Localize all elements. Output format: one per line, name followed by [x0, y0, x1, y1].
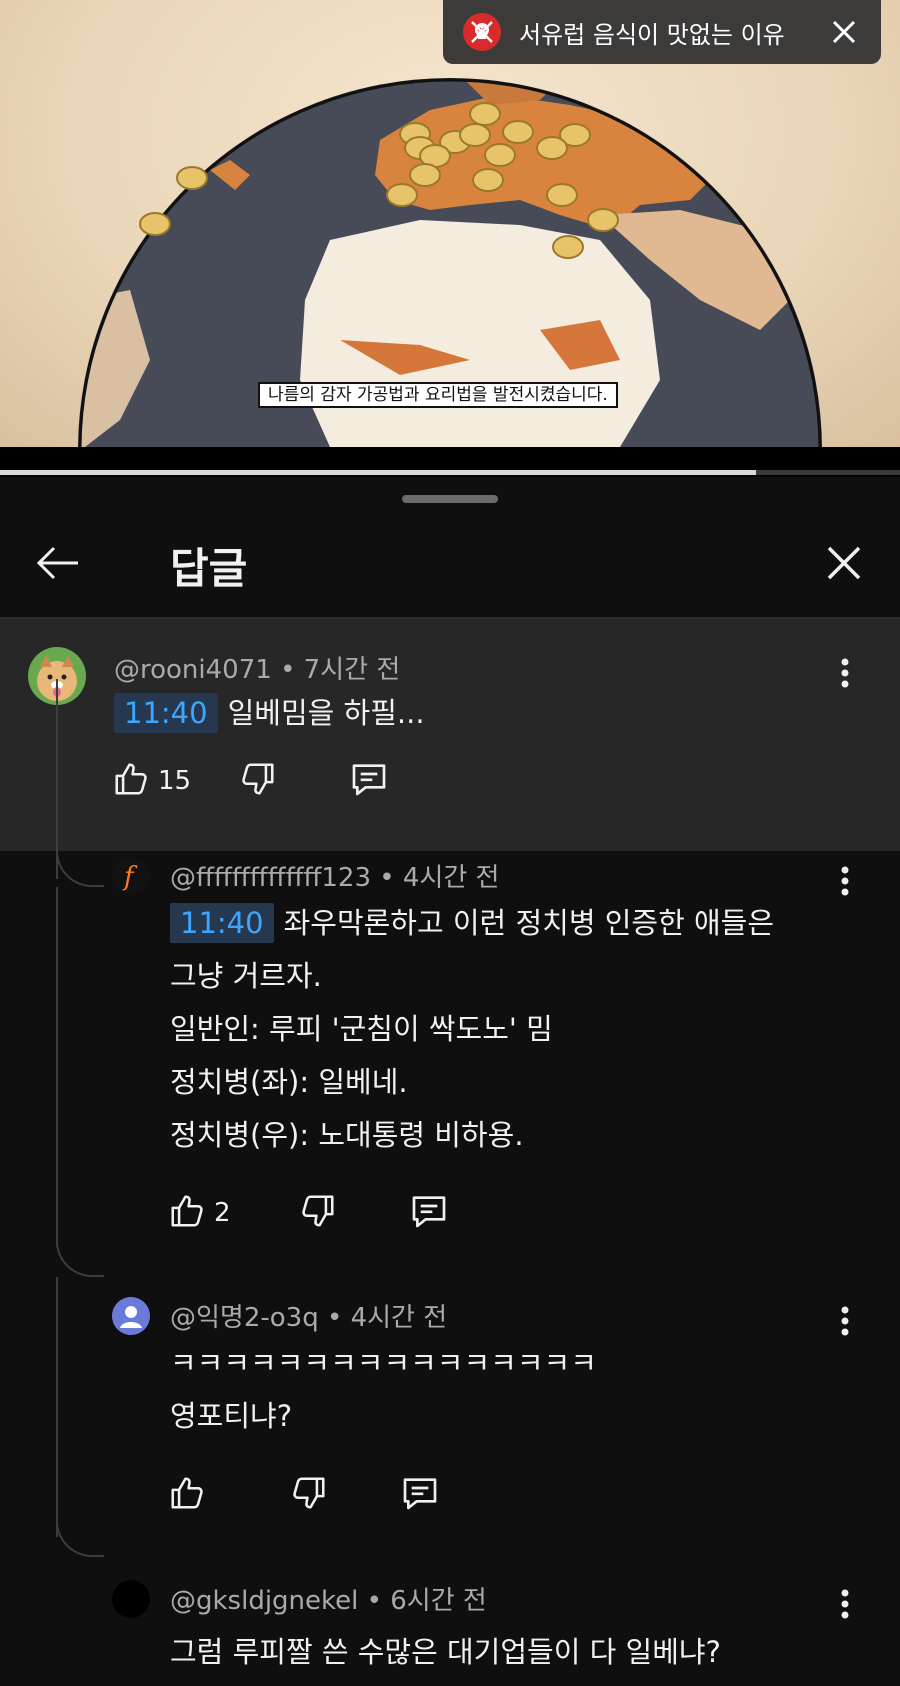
more-options-icon[interactable] — [830, 861, 860, 901]
comment-text-line: 그냥 거르자. — [170, 959, 322, 993]
close-icon[interactable] — [820, 539, 868, 587]
thumbs-down-icon — [299, 1192, 337, 1234]
comment-text-content: 일베밈을 하필... — [227, 696, 425, 730]
comment-text-line: 영포티냐? — [170, 1399, 293, 1433]
author-handle[interactable]: @ffffffffffffff123 — [170, 863, 371, 893]
thread-line — [56, 887, 58, 1247]
reply-button[interactable] — [400, 1473, 440, 1517]
dislike-button[interactable] — [290, 1474, 328, 1516]
thumbs-up-icon — [112, 760, 150, 802]
comment-text-line: 그럼 루피짤 쓴 수많은 대기업들이 다 일베냐? — [170, 1635, 721, 1669]
reply-button[interactable] — [409, 1191, 449, 1235]
comment-meta: @익명2-o3q • 4시간 전 — [170, 1297, 447, 1334]
banner-title: 서유럽 음식이 맛없는 이유 — [519, 20, 785, 49]
like-count: 15 — [158, 766, 192, 796]
like-button[interactable] — [168, 1474, 206, 1516]
video-player[interactable]: 나름의 감자 가공법과 요리법을 발전시켰습니다. — [0, 0, 900, 447]
video-progress-bar[interactable] — [0, 470, 900, 475]
comment-actions: 15 — [112, 759, 389, 803]
page-title: 답글 — [170, 544, 248, 593]
avatar[interactable] — [112, 1297, 150, 1335]
back-arrow-icon[interactable] — [34, 539, 82, 587]
comment-meta: @rooni4071 • 7시간 전 — [114, 649, 400, 686]
comment-icon — [400, 1473, 440, 1517]
now-playing-banner[interactable]: 서유럽 음식이 맛없는 이유 — [443, 0, 881, 64]
drag-handle[interactable] — [402, 495, 498, 503]
avatar[interactable]: f — [112, 857, 150, 895]
more-options-icon[interactable] — [830, 1301, 860, 1341]
comment-text: 11:40 일베밈을 하필... — [114, 693, 425, 733]
panel-header: 답글 — [0, 517, 900, 617]
comment-time: • 4시간 전 — [326, 1303, 448, 1333]
comment-text-line: 정치병(우): 노대통령 비하용. — [170, 1118, 524, 1152]
comment-time: • 7시간 전 — [280, 655, 401, 685]
like-button[interactable]: 2 — [168, 1192, 231, 1234]
video-progress-fill — [0, 470, 756, 475]
timestamp-link[interactable]: 11:40 — [114, 693, 218, 733]
comment-icon — [349, 759, 389, 803]
replies-panel: 답글 @rooni4071 • 7시간 전 11:40 일베밈을 하필... 1… — [0, 477, 900, 1686]
thumbs-up-icon — [168, 1474, 206, 1516]
thread-connector — [56, 1497, 104, 1557]
close-icon[interactable] — [829, 17, 859, 47]
comment-meta: @gksldjgnekel • 6시간 전 — [170, 1580, 487, 1617]
video-subtitle: 나름의 감자 가공법과 요리법을 발전시켰습니다. — [258, 382, 618, 408]
comment-text-line: ㅋㅋㅋㅋㅋㅋㅋㅋㅋㅋㅋㅋㅋㅋㅋㅋ — [170, 1346, 597, 1380]
like-button[interactable]: 15 — [112, 760, 191, 802]
dislike-button[interactable] — [299, 1192, 337, 1234]
avatar[interactable] — [112, 1580, 150, 1618]
globe-illustration — [78, 78, 822, 447]
more-options-icon[interactable] — [830, 1584, 860, 1624]
thread-connector — [56, 847, 104, 887]
author-handle[interactable]: @rooni4071 — [114, 655, 272, 685]
comment-time: • 6시간 전 — [366, 1586, 487, 1616]
comment-actions — [168, 1473, 440, 1517]
skull-icon — [463, 13, 501, 51]
more-options-icon[interactable] — [830, 653, 860, 693]
dislike-button[interactable] — [239, 760, 277, 802]
reply-button[interactable] — [349, 759, 389, 803]
author-handle[interactable]: @gksldjgnekel — [170, 1586, 358, 1616]
like-count: 2 — [214, 1198, 231, 1228]
comment-meta: @ffffffffffffff123 • 4시간 전 — [170, 857, 499, 894]
thumbs-down-icon — [239, 760, 277, 802]
comment-actions: 2 — [168, 1191, 449, 1235]
comment-text-line: 정치병(좌): 일베네. — [170, 1065, 408, 1099]
thumbs-up-icon — [168, 1192, 206, 1234]
comment-text-line: 일반인: 루피 '군침이 싹도노' 밈 — [170, 1012, 553, 1046]
thumbs-down-icon — [290, 1474, 328, 1516]
timestamp-link[interactable]: 11:40 — [170, 903, 274, 943]
author-handle[interactable]: @익명2-o3q — [170, 1303, 319, 1333]
comment-icon — [409, 1191, 449, 1235]
comment-text-content: 좌우막론하고 이런 정치병 인증한 애들은 — [283, 906, 775, 940]
comment-time: • 4시간 전 — [379, 863, 500, 893]
comment-text-line: 11:40 좌우막론하고 이런 정치병 인증한 애들은 — [170, 903, 774, 943]
thread-connector — [56, 1217, 104, 1277]
parent-comment: @rooni4071 • 7시간 전 11:40 일베밈을 하필... 15 — [0, 619, 900, 851]
